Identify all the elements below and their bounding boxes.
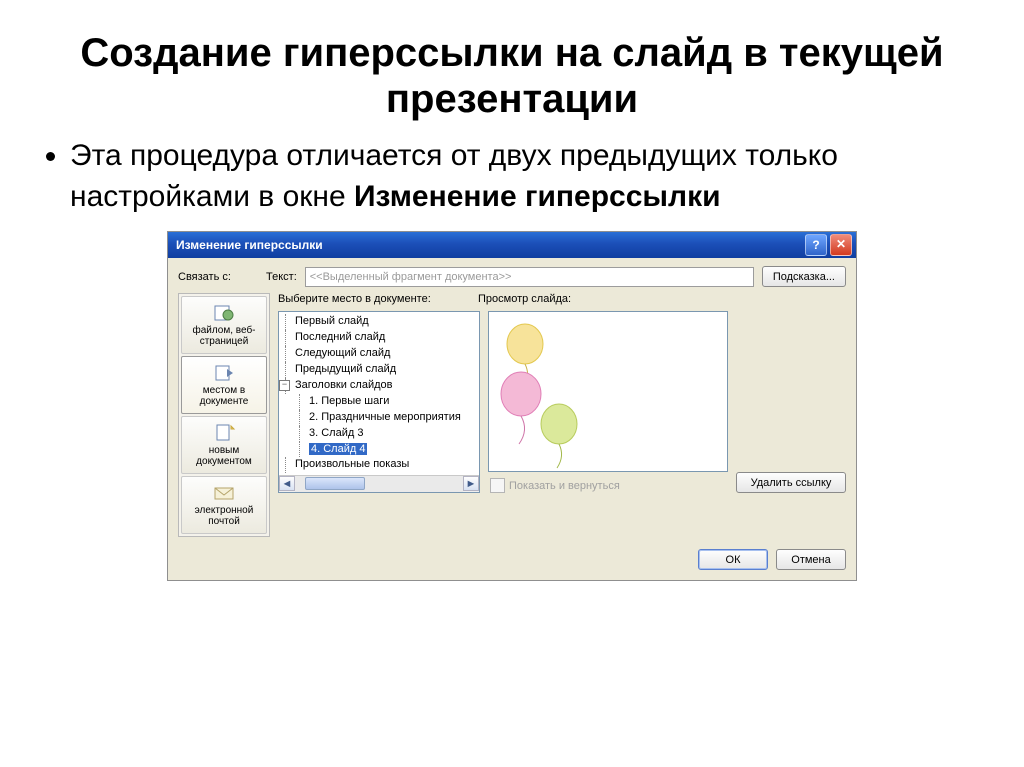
- link-with-label: Связать с:: [178, 271, 258, 283]
- tree-title-1[interactable]: 1. Первые шаги: [295, 394, 479, 410]
- tree-title-4[interactable]: 4. Слайд 4: [295, 442, 479, 458]
- preview-pane: Показать и вернуться: [488, 311, 728, 493]
- tree-title-3[interactable]: 3. Слайд 3: [295, 426, 479, 442]
- dialog-title: Изменение гиперссылки: [176, 238, 323, 252]
- link-to-file-web[interactable]: файлом, веб-страницей: [181, 296, 267, 354]
- ok-button[interactable]: ОК: [698, 549, 768, 570]
- tree-custom-shows[interactable]: Произвольные показы: [281, 457, 479, 473]
- cancel-button[interactable]: Отмена: [776, 549, 846, 570]
- text-label: Текст:: [266, 271, 297, 283]
- slide-bullet: Эта процедура отличается от двух предыду…: [70, 136, 984, 217]
- show-return-label: Показать и вернуться: [509, 480, 620, 492]
- text-display-input: [305, 267, 754, 287]
- slide-body-list: Эта процедура отличается от двух предыду…: [70, 136, 984, 217]
- show-return-checkbox: [490, 478, 505, 493]
- slide-title: Создание гиперссылки на слайд в текущей …: [40, 30, 984, 122]
- bullet-bold: Изменение гиперссылки: [354, 180, 721, 213]
- dialog-body: Связать с: Текст: Подсказка... файлом, в…: [168, 258, 856, 580]
- dialog-main: Выберите место в документе: Просмотр сла…: [278, 293, 846, 537]
- tree-group-titles-label: Заголовки слайдов: [295, 379, 393, 391]
- tree-title-4-selected: 4. Слайд 4: [309, 443, 367, 455]
- scroll-track[interactable]: [295, 476, 463, 492]
- tree-title-2[interactable]: 2. Праздничные мероприятия: [295, 410, 479, 426]
- file-web-icon: [212, 303, 236, 323]
- collapse-icon[interactable]: −: [279, 380, 290, 391]
- h-scrollbar[interactable]: ◄ ►: [279, 475, 479, 492]
- slides-tree[interactable]: Первый слайд Последний слайд Следующий с…: [278, 311, 480, 493]
- tree-content: Первый слайд Последний слайд Следующий с…: [279, 312, 479, 475]
- side-buttons: Удалить ссылку: [736, 311, 846, 493]
- panes: Первый слайд Последний слайд Следующий с…: [278, 311, 846, 493]
- link-to-email-label: электронной почтой: [184, 505, 264, 527]
- close-icon: ✕: [836, 237, 846, 251]
- scroll-thumb[interactable]: [305, 477, 365, 490]
- preview-label: Просмотр слайда:: [478, 293, 846, 305]
- place-in-doc-icon: [212, 363, 236, 383]
- dialog-titlebar[interactable]: Изменение гиперссылки ? ✕: [168, 232, 856, 258]
- scroll-right-icon[interactable]: ►: [463, 476, 479, 491]
- remove-link-button[interactable]: Удалить ссылку: [736, 472, 846, 493]
- tree-item-last[interactable]: Последний слайд: [281, 330, 479, 346]
- tree-group-titles[interactable]: − Заголовки слайдов: [281, 378, 479, 394]
- help-button[interactable]: ?: [805, 234, 827, 256]
- link-to-new-doc[interactable]: новым документом: [181, 416, 267, 474]
- pane-labels: Выберите место в документе: Просмотр сла…: [278, 293, 846, 305]
- scroll-left-icon[interactable]: ◄: [279, 476, 295, 491]
- email-icon: [212, 483, 236, 503]
- tree-item-prev[interactable]: Предыдущий слайд: [281, 362, 479, 378]
- screenshot-wrap: Изменение гиперссылки ? ✕ Связать с: Тек…: [40, 231, 984, 581]
- help-icon: ?: [812, 238, 819, 252]
- hint-button[interactable]: Подсказка...: [762, 266, 846, 287]
- hyperlink-dialog: Изменение гиперссылки ? ✕ Связать с: Тек…: [167, 231, 857, 581]
- slide: Создание гиперссылки на слайд в текущей …: [0, 0, 1024, 767]
- slide-preview: [488, 311, 728, 472]
- link-to-file-web-label: файлом, веб-страницей: [184, 325, 264, 347]
- top-row: Связать с: Текст: Подсказка...: [178, 266, 846, 287]
- dialog-buttons: ОК Отмена: [178, 543, 846, 570]
- link-to-place-in-doc[interactable]: местом в документе: [181, 356, 267, 414]
- tree-item-next[interactable]: Следующий слайд: [281, 346, 479, 362]
- close-button[interactable]: ✕: [830, 234, 852, 256]
- show-and-return: Показать и вернуться: [490, 478, 728, 493]
- tree-item-first[interactable]: Первый слайд: [281, 314, 479, 330]
- balloon-lime: [535, 402, 589, 472]
- new-doc-icon: [212, 423, 236, 443]
- select-place-label: Выберите место в документе:: [278, 293, 478, 305]
- link-to-new-doc-label: новым документом: [184, 445, 264, 467]
- link-to-place-in-doc-label: местом в документе: [184, 385, 264, 407]
- link-to-sidebar: файлом, веб-страницей местом в документе: [178, 293, 270, 537]
- link-to-email[interactable]: электронной почтой: [181, 476, 267, 534]
